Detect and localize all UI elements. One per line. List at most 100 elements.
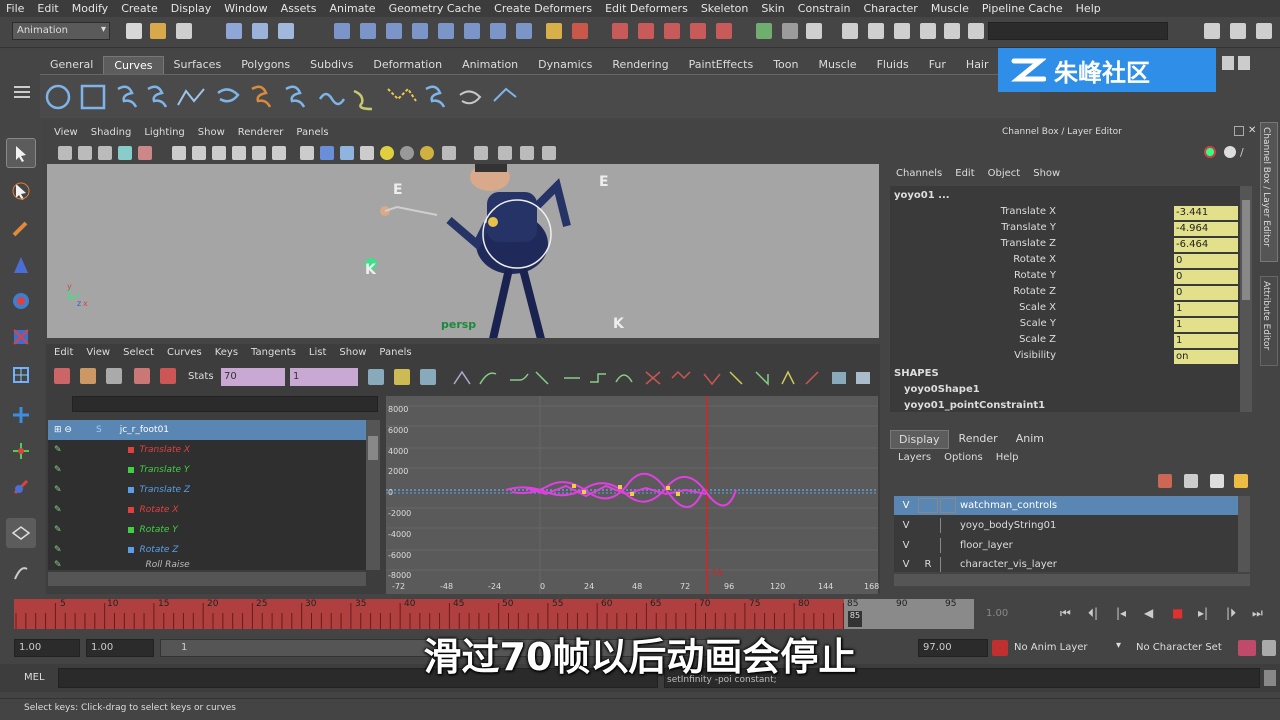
- frame-playback-icon[interactable]: [394, 369, 410, 385]
- snap-grid-icon[interactable]: [334, 23, 350, 39]
- vp-menu-renderer[interactable]: Renderer: [238, 127, 284, 138]
- menu-geometry-cache[interactable]: Geometry Cache: [389, 2, 482, 15]
- shadows-icon[interactable]: [320, 146, 334, 160]
- xray-icon[interactable]: [232, 146, 246, 160]
- last-tool-icon[interactable]: [6, 472, 36, 502]
- playback-start-field[interactable]: 1.00: [86, 639, 154, 657]
- layer-scrollbar[interactable]: [1238, 496, 1250, 572]
- attr-value[interactable]: 0: [1174, 254, 1238, 268]
- save-scene-icon[interactable]: [176, 23, 192, 39]
- attr-value[interactable]: 0: [1174, 286, 1238, 300]
- menu-assets[interactable]: Assets: [281, 2, 317, 15]
- attr-row-scale-z[interactable]: Scale Z 1: [890, 334, 1238, 350]
- menu-create-deformers[interactable]: Create Deformers: [494, 2, 592, 15]
- outliner-channel-row[interactable]: ✎ Rotate Y: [48, 520, 366, 540]
- move-layer-down-icon[interactable]: [1184, 474, 1198, 488]
- tab-render[interactable]: Render: [951, 430, 1006, 449]
- ambient-light-icon[interactable]: [420, 146, 434, 160]
- attr-row-scale-x[interactable]: Scale X 1: [890, 302, 1238, 318]
- float-panel-icon[interactable]: [1234, 126, 1244, 136]
- lattice-deform-icon[interactable]: [134, 368, 150, 384]
- shelf-options-icon[interactable]: [14, 56, 34, 116]
- menu-animate[interactable]: Animate: [329, 2, 375, 15]
- stats-value-field[interactable]: 1: [290, 368, 358, 386]
- tab-fluids[interactable]: Fluids: [867, 56, 919, 74]
- move-layer-up-icon[interactable]: [1158, 474, 1172, 488]
- show-attribute-editor-icon[interactable]: [842, 23, 858, 39]
- layer-row[interactable]: V floor_layer: [894, 536, 1238, 555]
- layer-menu-layers[interactable]: Layers: [898, 452, 931, 463]
- outliner-channel-row[interactable]: ✎ Translate X: [48, 440, 366, 460]
- show-channel-box-icon[interactable]: [894, 23, 910, 39]
- layer-row[interactable]: V yoyo_bodyString01: [894, 516, 1238, 535]
- ssao-icon[interactable]: [340, 146, 354, 160]
- ge-menu-view[interactable]: View: [86, 347, 110, 358]
- history-icon[interactable]: [464, 23, 480, 39]
- tab-polygons[interactable]: Polygons: [231, 56, 300, 74]
- input-ops-icon[interactable]: [490, 23, 506, 39]
- stats-frame-field[interactable]: 70: [221, 368, 285, 386]
- step-back-key-icon[interactable]: |◂: [1116, 606, 1126, 620]
- attr-row-translate-z[interactable]: Translate Z -6.464: [890, 238, 1238, 254]
- tab-animation[interactable]: Animation: [452, 56, 528, 74]
- wireframe-icon[interactable]: [172, 146, 186, 160]
- tab-painteffects[interactable]: PaintEffects: [679, 56, 764, 74]
- ge-menu-tangents[interactable]: Tangents: [251, 347, 296, 358]
- template-toggle[interactable]: R: [918, 559, 938, 570]
- vp-menu-show[interactable]: Show: [198, 127, 225, 138]
- scale-tool-icon[interactable]: [6, 322, 36, 352]
- single-pane-layout-icon[interactable]: [6, 518, 36, 548]
- vp-menu-view[interactable]: View: [54, 127, 78, 138]
- make-live-icon[interactable]: [438, 23, 454, 39]
- snap-curve-icon[interactable]: [360, 23, 376, 39]
- snap-point-icon[interactable]: [386, 23, 402, 39]
- snap-view-plane-icon[interactable]: [412, 23, 428, 39]
- layout-toggle-icon[interactable]: [1230, 23, 1246, 39]
- step-back-frame-icon[interactable]: ⏴|: [1088, 606, 1098, 621]
- show-layer-editor-icon[interactable]: [920, 23, 936, 39]
- image-plane-icon[interactable]: [98, 146, 112, 160]
- menu-window[interactable]: Window: [224, 2, 267, 15]
- menu-skin[interactable]: Skin: [761, 2, 784, 15]
- tab-anim[interactable]: Anim: [1008, 430, 1052, 449]
- ge-menu-list[interactable]: List: [309, 347, 326, 358]
- select-tool-icon[interactable]: [6, 138, 36, 168]
- menu-constrain[interactable]: Constrain: [798, 2, 851, 15]
- outliner-channel-row[interactable]: ✎ Rotate X: [48, 500, 366, 520]
- expand-icon[interactable]: ⊞ ⊖: [54, 425, 82, 435]
- perspective-viewport[interactable]: y z x E E K K persp: [47, 163, 879, 340]
- outliner-icon[interactable]: [968, 23, 984, 39]
- ge-menu-select[interactable]: Select: [123, 347, 154, 358]
- center-view-icon[interactable]: [420, 369, 436, 385]
- tab-channel-box-vertical[interactable]: Channel Box / Layer Editor: [1260, 122, 1278, 262]
- attr-row-rotate-y[interactable]: Rotate Y 0: [890, 270, 1238, 286]
- ge-menu-curves[interactable]: Curves: [167, 347, 202, 358]
- channel-box-options-icon[interactable]: [1204, 146, 1216, 158]
- layer-color-swatch[interactable]: [940, 498, 956, 513]
- shelf-prev-icon[interactable]: [1222, 56, 1234, 70]
- uv-icon[interactable]: [498, 146, 512, 160]
- animation-prefs-icon[interactable]: [1262, 640, 1276, 656]
- move-tool-icon[interactable]: [6, 250, 36, 280]
- motion-blur-icon[interactable]: [360, 146, 374, 160]
- cb-menu-edit[interactable]: Edit: [955, 168, 974, 179]
- visibility-toggle[interactable]: V: [894, 500, 918, 511]
- tab-dynamics[interactable]: Dynamics: [528, 56, 602, 74]
- cb-menu-show[interactable]: Show: [1033, 168, 1060, 179]
- lights-icon[interactable]: [272, 146, 286, 160]
- attr-row-visibility[interactable]: Visibility on: [890, 350, 1238, 366]
- attr-value[interactable]: 0: [1174, 270, 1238, 284]
- attr-value[interactable]: -3.441: [1174, 206, 1238, 220]
- render-view-icon[interactable]: [442, 146, 456, 160]
- help-icon[interactable]: [516, 23, 532, 39]
- attr-row-scale-y[interactable]: Scale Y 1: [890, 318, 1238, 334]
- go-to-end-icon[interactable]: ⏭: [1252, 606, 1263, 621]
- menu-edit[interactable]: Edit: [37, 2, 58, 15]
- auto-key-icon[interactable]: [1238, 640, 1256, 656]
- tab-hair[interactable]: Hair: [956, 56, 999, 74]
- graph-view[interactable]: 70 8000 6000 4000 2000 0 -2000 -4000 -60…: [386, 396, 879, 594]
- vp-menu-lighting[interactable]: Lighting: [144, 127, 184, 138]
- menu-character[interactable]: Character: [864, 2, 918, 15]
- isolate-icon[interactable]: [300, 146, 314, 160]
- rotate-tool-icon[interactable]: [6, 286, 36, 316]
